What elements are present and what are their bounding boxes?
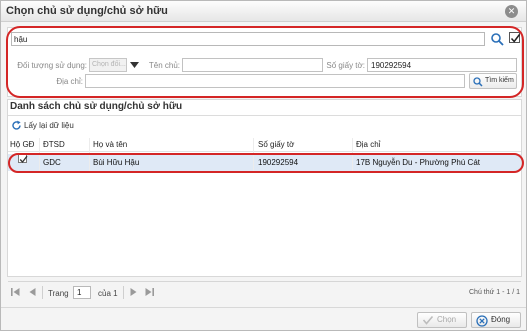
advanced-search-checkbox[interactable] — [509, 32, 521, 43]
divider — [8, 115, 521, 116]
pager-separator — [42, 286, 43, 299]
column-header-address[interactable]: Địa chỉ — [356, 140, 380, 149]
column-separator — [253, 138, 254, 172]
choose-button[interactable]: Chọn — [417, 312, 467, 328]
magnifier-icon — [473, 77, 483, 87]
next-page-icon[interactable] — [129, 287, 139, 299]
close-button-label: Đóng — [491, 315, 511, 324]
cell-address: 17B Nguyễn Du - Phường Phú Cát — [356, 158, 481, 167]
keyword-search-input[interactable] — [11, 32, 485, 46]
footer-divider — [1, 307, 526, 308]
checkmark-icon — [510, 34, 521, 43]
reload-data-label: Lấy lại dữ liệu — [24, 121, 74, 130]
column-separator — [39, 138, 40, 172]
search-button[interactable]: Tìm kiếm — [469, 73, 517, 89]
column-separator — [352, 138, 353, 172]
previous-page-icon[interactable] — [27, 287, 37, 299]
first-page-icon[interactable] — [10, 287, 21, 299]
choose-button-label: Chọn — [437, 315, 457, 324]
pager-status: Chú thứ 1 - 1 / 1 — [469, 289, 520, 296]
owner-name-label: Tên chủ: — [148, 61, 180, 70]
owner-list-title: Danh sách chủ sử dụng/chủ sở hữu — [10, 101, 183, 112]
address-input[interactable] — [85, 74, 465, 88]
chevron-down-icon[interactable] — [128, 58, 141, 72]
cell-doc-number: 190292594 — [258, 158, 299, 167]
cell-full-name: Bùi Hữu Hậu — [93, 158, 140, 167]
address-label: Địa chỉ: — [56, 77, 83, 86]
owner-name-input[interactable] — [182, 58, 323, 72]
doc-number-input[interactable] — [367, 58, 517, 72]
select-owner-dialog: Chọn chủ sử dụng/chủ sở hữu ✕ Đối tượng … — [0, 0, 527, 331]
checkmark-icon — [19, 155, 28, 164]
dialog-title: Chọn chủ sử dụng/chủ sở hữu — [6, 5, 168, 17]
last-page-icon[interactable] — [144, 287, 155, 299]
column-header-household[interactable]: Hộ GĐ — [10, 140, 34, 149]
page-total-label: của 1 — [98, 289, 118, 298]
doc-number-label: Số giấy tờ: — [326, 61, 365, 70]
close-icon[interactable]: ✕ — [505, 5, 518, 18]
pager-separator — [123, 286, 124, 299]
search-button-label: Tìm kiếm — [485, 77, 514, 84]
search-icon[interactable] — [490, 32, 505, 46]
pager-divider — [8, 281, 521, 282]
close-button[interactable]: Đóng — [471, 312, 521, 328]
column-header-doc-number[interactable]: Số giấy tờ — [258, 140, 294, 149]
check-icon — [422, 315, 434, 325]
cancel-icon — [476, 315, 488, 327]
column-separator — [89, 138, 90, 172]
object-type-select[interactable]: Chọn đối... — [89, 58, 127, 72]
cell-dtsd: GDC — [43, 158, 61, 167]
dialog-titlebar: Chọn chủ sử dụng/chủ sở hữu ✕ — [1, 1, 526, 22]
page-label: Trang — [48, 289, 69, 298]
refresh-icon — [12, 120, 21, 130]
household-checkbox[interactable] — [18, 154, 28, 164]
object-type-label: Đối tượng sử dụng: — [17, 61, 87, 70]
column-header-dtsd[interactable]: ĐTSD — [43, 140, 65, 149]
column-header-full-name[interactable]: Họ và tên — [93, 140, 127, 149]
table-header-divider — [8, 151, 521, 152]
page-number-input[interactable] — [73, 286, 91, 299]
owner-list-panel — [7, 99, 522, 277]
